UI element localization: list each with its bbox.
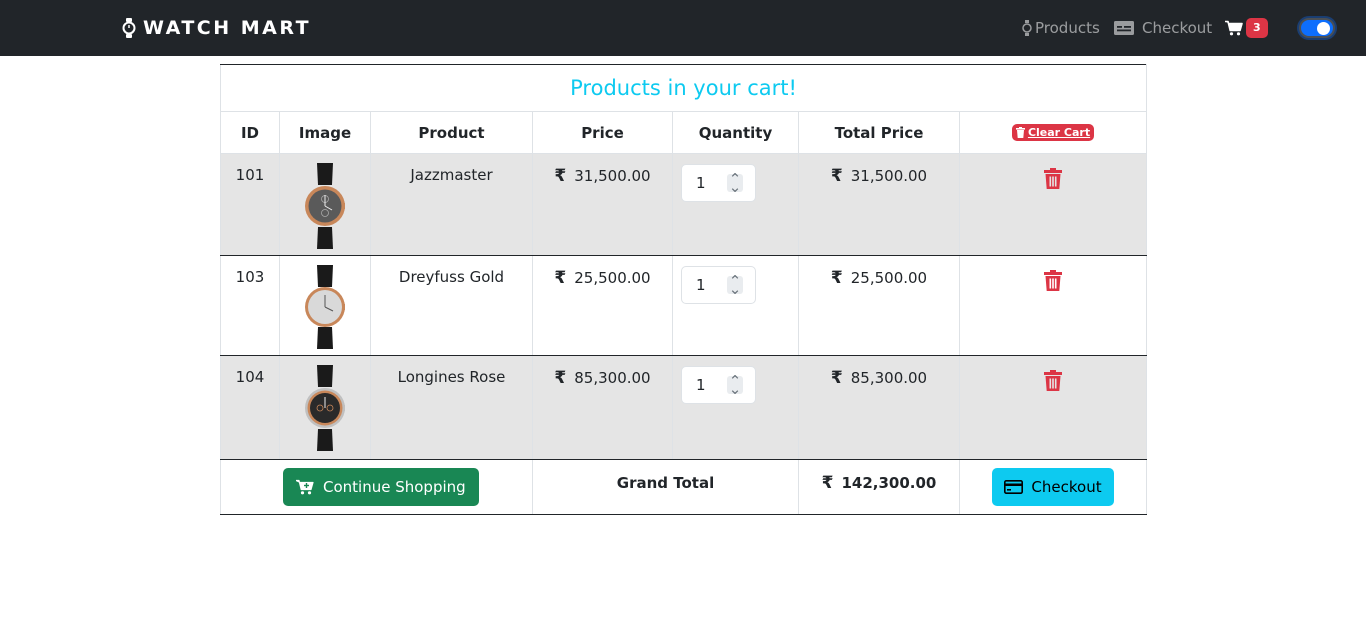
nav-checkout-link[interactable]: Checkout [1114, 19, 1212, 37]
item-remove-cell [958, 153, 1148, 256]
watch-icon [1022, 20, 1032, 36]
trash-icon[interactable] [1044, 270, 1063, 291]
trash-icon[interactable] [1044, 370, 1063, 391]
quantity-stepper[interactable]: 1 ⌃ ⌄ [681, 266, 756, 304]
item-qty-cell: 1 ⌃ ⌄ [672, 255, 799, 356]
item-total: 85,300.00 [850, 369, 928, 387]
grand-total-label: Grand Total [616, 474, 715, 492]
item-remove-cell [958, 355, 1148, 460]
checkout-cell: Checkout [958, 459, 1148, 515]
watch-icon [122, 18, 136, 38]
theme-toggle-wrap [1299, 0, 1335, 56]
item-image-cell [279, 255, 371, 356]
item-total-cell: ₹25,500.00 [798, 255, 960, 356]
nav-products[interactable]: Products [1022, 0, 1100, 56]
rupee-icon: ₹ [554, 268, 567, 288]
clear-cart-button[interactable]: Clear Cart [1011, 123, 1095, 141]
nav-products-label: Products [1035, 19, 1100, 37]
watch-product-image [305, 365, 345, 451]
theme-toggle[interactable] [1299, 18, 1335, 38]
cart-plus-icon [296, 479, 314, 495]
grand-total-cell: ₹142,300.00 [798, 459, 960, 515]
nav-checkout[interactable]: Checkout [1114, 0, 1212, 56]
item-price-cell: ₹31,500.00 [532, 153, 673, 256]
rupee-icon: ₹ [821, 473, 834, 493]
spinner-arrows[interactable]: ⌃ ⌄ [727, 374, 743, 397]
item-price-cell: ₹85,300.00 [532, 355, 673, 460]
clear-cart-label: Clear Cart [1027, 125, 1091, 139]
item-qty-cell: 1 ⌃ ⌄ [672, 355, 799, 460]
grand-total-value: 142,300.00 [841, 474, 937, 492]
rupee-icon: ₹ [554, 368, 567, 388]
continue-cell: Continue Shopping [220, 459, 533, 515]
quantity-stepper[interactable]: 1 ⌃ ⌄ [681, 366, 756, 404]
card-icon [1114, 21, 1134, 35]
item-total: 25,500.00 [850, 269, 928, 287]
continue-shopping-button[interactable]: Continue Shopping [283, 468, 479, 506]
item-price-cell: ₹25,500.00 [532, 255, 673, 356]
trash-icon [1015, 126, 1025, 138]
item-qty-cell: 1 ⌃ ⌄ [672, 153, 799, 256]
header-total: Total Price [798, 111, 960, 154]
nav-cart-link[interactable]: 3 [1225, 18, 1268, 38]
item-id: 101 [220, 153, 280, 256]
item-image-cell [279, 153, 371, 256]
table-footer-row: Continue Shopping Grand Total ₹142,300.0… [220, 459, 1148, 515]
watch-product-image [305, 265, 345, 349]
cart-count-badge: 3 [1246, 18, 1268, 38]
item-name: Longines Rose [370, 355, 533, 460]
item-total-cell: ₹85,300.00 [798, 355, 960, 460]
item-price: 85,300.00 [574, 369, 651, 387]
item-name: Jazzmaster [370, 153, 533, 256]
spinner-arrows[interactable]: ⌃ ⌄ [727, 274, 743, 297]
brand-name: WATCH MART [143, 17, 312, 39]
table-header-row: ID Image Product Price Quantity Total Pr… [220, 111, 1148, 154]
table-row: 103 Dreyfuss Gold ₹25,500.00 1 ⌃ ⌄ ₹ 25,… [220, 255, 1148, 356]
header-product: Product [370, 111, 533, 154]
watch-product-image [305, 163, 345, 249]
quantity-value: 1 [696, 276, 706, 294]
table-row: 101 Jazzmaster ₹31,500.00 1 ⌃ ⌄ ₹ 31,500… [220, 153, 1148, 256]
brand-link[interactable]: WATCH MART [122, 17, 311, 39]
header-quantity: Quantity [672, 111, 799, 154]
item-id: 104 [220, 355, 280, 460]
rupee-icon: ₹ [830, 368, 843, 388]
item-image-cell [279, 355, 371, 460]
table-row: 104 Longines Rose ₹85,300.00 1 ⌃ ⌄ ₹ 85,… [220, 355, 1148, 460]
rupee-icon: ₹ [554, 166, 567, 186]
rupee-icon: ₹ [830, 268, 843, 288]
header-id: ID [220, 111, 280, 154]
item-price: 31,500.00 [574, 167, 651, 185]
quantity-value: 1 [696, 174, 706, 192]
cart-icon [1225, 20, 1243, 36]
spinner-arrows[interactable]: ⌃ ⌄ [727, 172, 743, 195]
quantity-value: 1 [696, 376, 706, 394]
checkout-label: Checkout [1031, 478, 1102, 496]
item-remove-cell [958, 255, 1148, 356]
item-name: Dreyfuss Gold [370, 255, 533, 356]
toggle-knob [1317, 22, 1330, 35]
checkout-button[interactable]: Checkout [992, 468, 1114, 506]
quantity-stepper[interactable]: 1 ⌃ ⌄ [681, 164, 756, 202]
trash-icon[interactable] [1044, 168, 1063, 189]
item-price: 25,500.00 [574, 269, 651, 287]
cart-table: Products in your cart! ID Image Product … [219, 64, 1148, 515]
header-price: Price [532, 111, 673, 154]
nav-products-link[interactable]: Products [1022, 19, 1100, 37]
cart-table-wrap: Products in your cart! ID Image Product … [219, 64, 1148, 515]
credit-card-icon [1004, 480, 1024, 494]
cart-caption-cell: Products in your cart! [219, 64, 1148, 112]
rupee-icon: ₹ [830, 166, 843, 186]
cart-caption: Products in your cart! [570, 76, 797, 100]
item-id: 103 [220, 255, 280, 356]
nav-checkout-label: Checkout [1142, 19, 1213, 37]
continue-shopping-label: Continue Shopping [323, 478, 466, 496]
navbar: WATCH MART Products Checkout 3 [0, 0, 1366, 56]
header-image: Image [279, 111, 371, 154]
item-total-cell: ₹31,500.00 [798, 153, 960, 256]
nav-cart[interactable]: 3 [1225, 0, 1268, 56]
item-total: 31,500.00 [850, 167, 928, 185]
header-clear: Clear Cart [958, 111, 1148, 154]
grand-total-label-cell: Grand Total [532, 459, 799, 515]
